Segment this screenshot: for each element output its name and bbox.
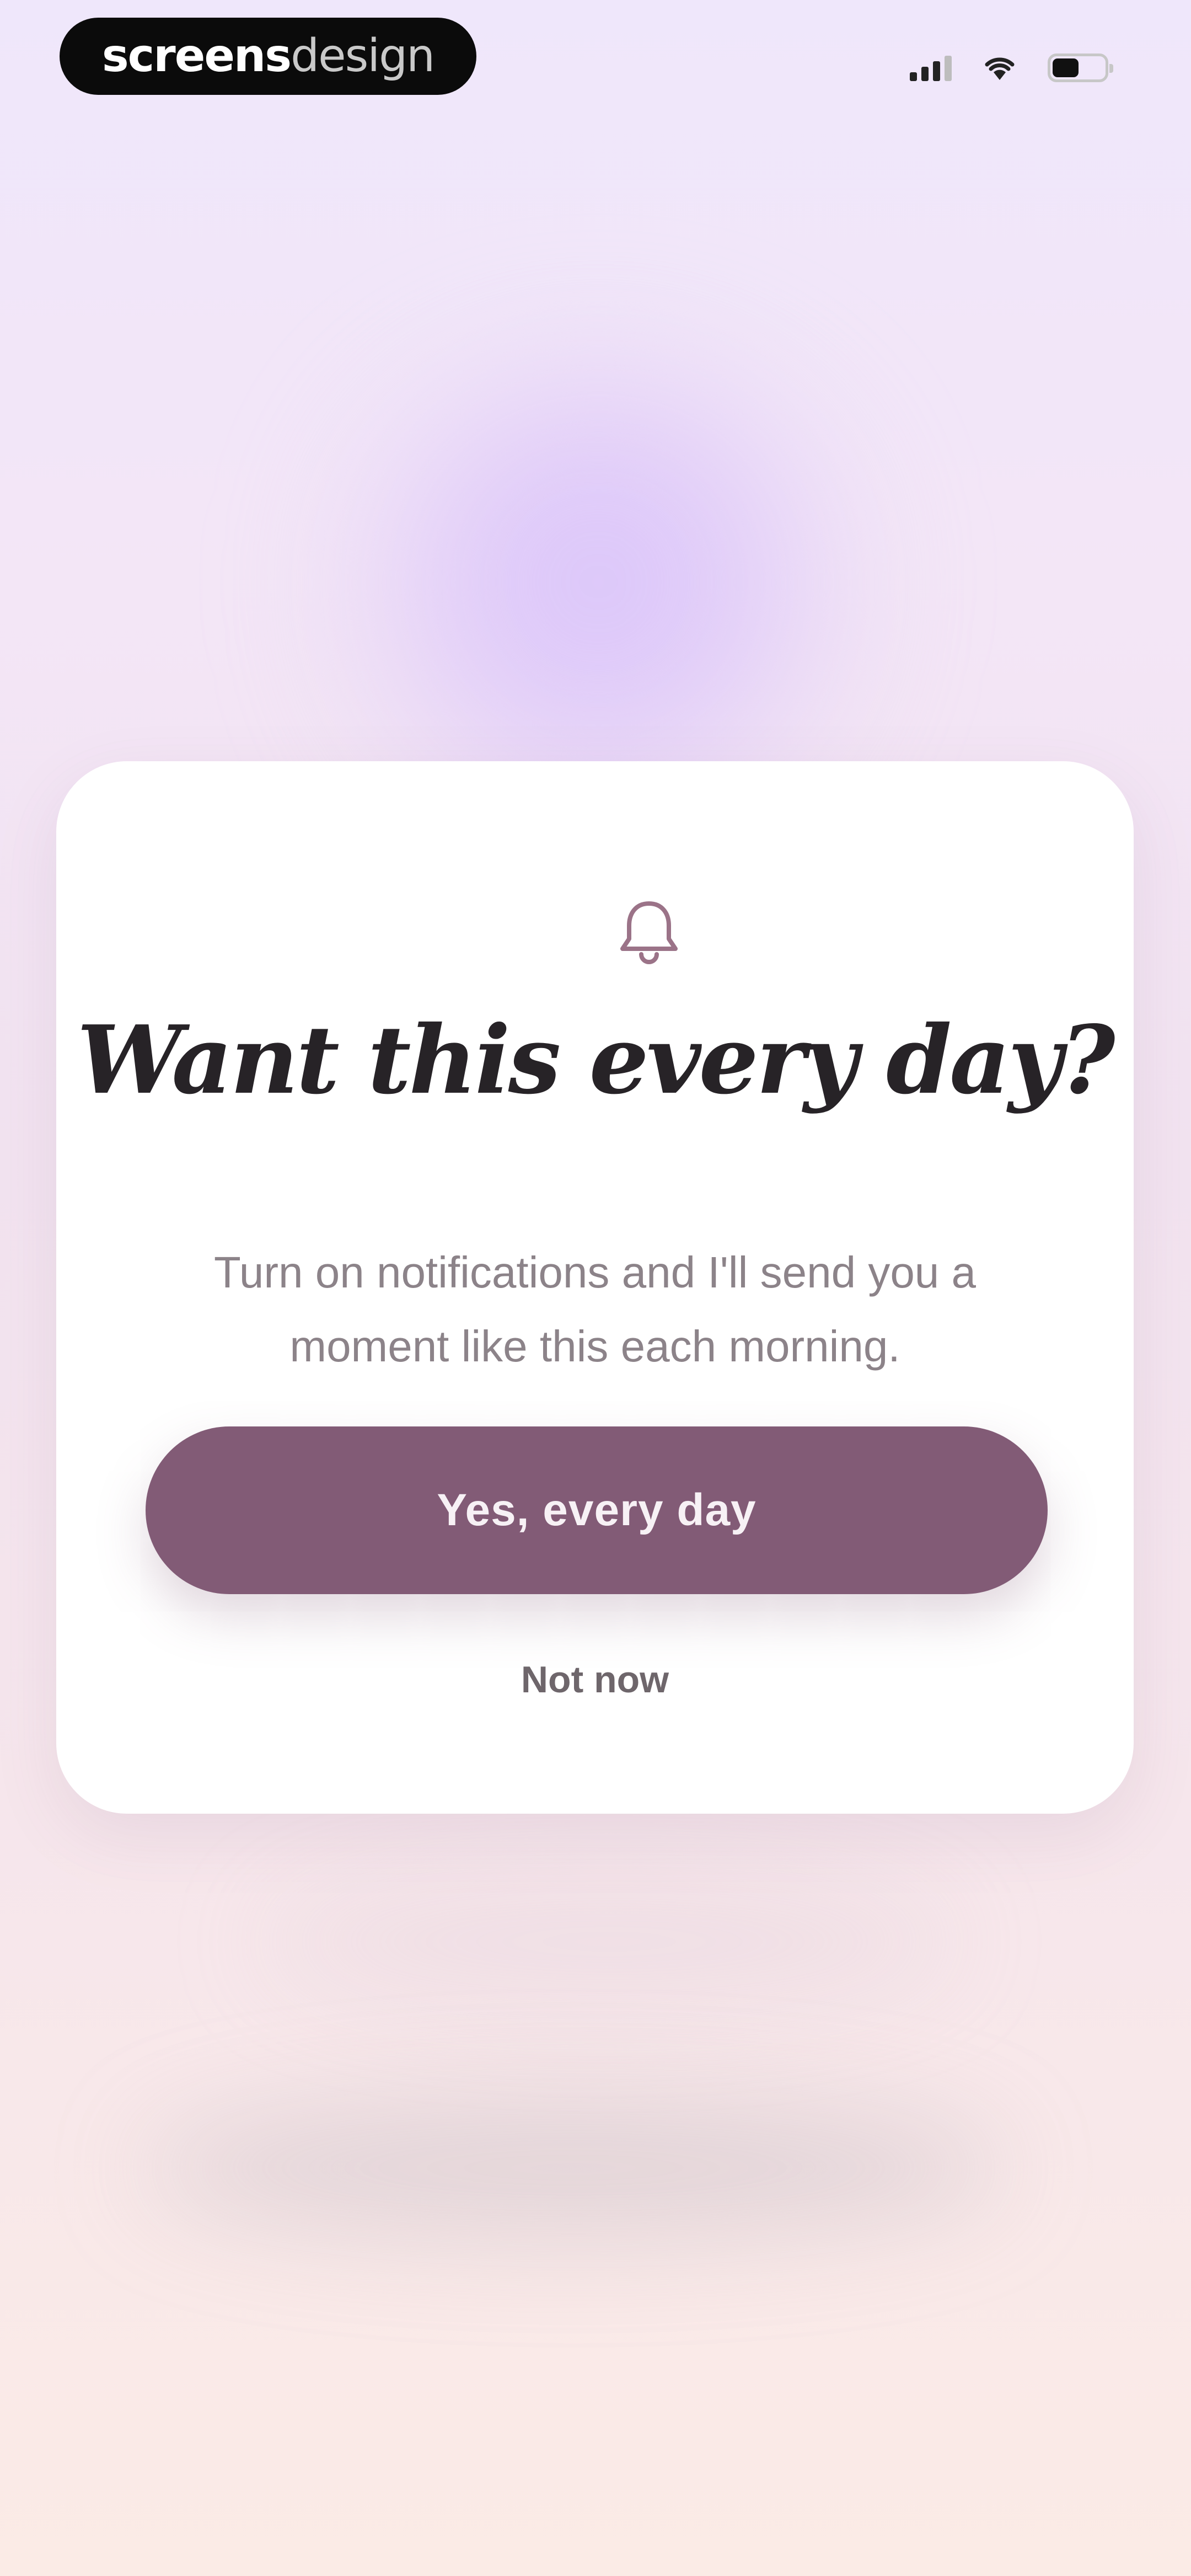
bell-icon (617, 897, 681, 965)
modal-description: Turn on notifications and I'll send you … (213, 1248, 977, 1371)
logo-text: screensdesign (102, 34, 435, 79)
not-now-button[interactable]: Not now (485, 1649, 705, 1710)
enable-notifications-button[interactable]: Yes, every day (146, 1426, 1048, 1594)
cellular-signal-icon (910, 55, 952, 81)
blurred-background-content (265, 1875, 954, 2008)
screensdesign-logo: screensdesign (60, 18, 476, 95)
status-icons (910, 49, 1113, 87)
logo-text-bold: screens (101, 30, 292, 82)
notification-permission-modal: Want this every day? Turn on notificatio… (56, 761, 1134, 1814)
status-bar: screensdesign (0, 0, 1191, 110)
battery-level (1053, 58, 1079, 77)
blurred-background-content (143, 2096, 1004, 2240)
wifi-icon (983, 55, 1017, 81)
battery-icon (1048, 54, 1113, 82)
modal-title: Want this every day? (77, 1005, 1115, 1115)
logo-text-light: design (291, 30, 435, 82)
